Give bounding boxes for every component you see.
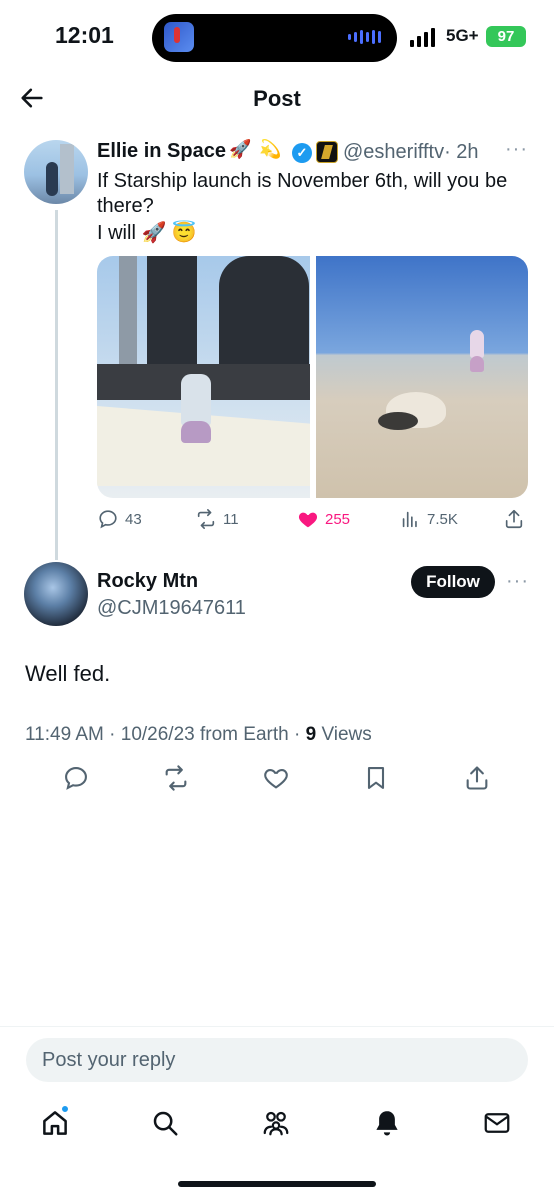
page-title: Post xyxy=(253,86,301,111)
network-type: 5G+ xyxy=(446,26,479,45)
dynamic-island[interactable] xyxy=(152,14,397,62)
reply-button[interactable] xyxy=(62,764,92,794)
halo-smile-emoji: 😇 xyxy=(171,222,197,244)
share-button[interactable] xyxy=(463,764,493,794)
bookmark-button[interactable] xyxy=(362,764,392,794)
reply-button[interactable]: 43 xyxy=(97,508,142,530)
divider xyxy=(0,1026,554,1027)
post-timestamp: 11:49 AM · 10/26/23 from Earth · xyxy=(25,724,301,745)
post-age: · 2h xyxy=(444,141,479,163)
follow-button[interactable]: Follow xyxy=(411,566,495,598)
reply-count: 43 xyxy=(125,510,142,528)
view-count[interactable]: 9 xyxy=(306,724,317,745)
post-text-line2: I will 🚀 😇 xyxy=(97,220,197,245)
post-text-i-will: I will xyxy=(97,222,136,244)
affiliation-badge-icon xyxy=(316,141,338,163)
handle-text: @esherifftv xyxy=(343,141,445,163)
more-options-icon[interactable]: ··· xyxy=(505,138,528,161)
like-count: 255 xyxy=(325,510,351,528)
repost-button[interactable] xyxy=(162,764,192,794)
photo-launch-site[interactable] xyxy=(97,256,310,498)
author-handle[interactable]: @CJM19647611 xyxy=(97,597,246,620)
heart-filled-icon xyxy=(298,512,318,528)
like-button[interactable]: 255 xyxy=(297,508,350,530)
view-count: 7.5K xyxy=(427,510,458,528)
post-action-bar: 43 11 255 7.5K xyxy=(97,508,528,534)
reply-icon xyxy=(99,510,117,529)
bookmark-icon xyxy=(367,767,385,789)
heart-outline-icon xyxy=(264,769,288,789)
share-icon xyxy=(505,509,523,529)
more-options-icon[interactable]: ··· xyxy=(506,570,529,593)
avatar-rocky[interactable] xyxy=(24,562,88,626)
views-label: Views xyxy=(321,724,372,745)
views-chart-icon xyxy=(402,511,417,528)
verified-badge-icon: ✓ xyxy=(292,143,312,163)
photo-desert-rock[interactable] xyxy=(316,256,528,498)
cellular-signal-icon xyxy=(410,28,435,47)
post-text: If Starship launch is November 6th, will… xyxy=(97,170,508,217)
home-indicator xyxy=(178,1181,376,1187)
search-icon xyxy=(153,1111,178,1136)
media-grid[interactable] xyxy=(97,256,528,498)
envelope-icon xyxy=(484,1113,510,1133)
post-text: Well fed. xyxy=(25,661,111,686)
views-button[interactable]: 7.5K xyxy=(399,508,458,530)
thread-connector-line xyxy=(55,210,58,560)
like-button[interactable] xyxy=(262,764,292,794)
main-action-bar xyxy=(0,764,554,794)
status-time: 12:01 xyxy=(55,22,114,48)
repost-icon xyxy=(197,509,215,529)
reply-icon xyxy=(65,767,87,790)
post-metadata: 11:49 AM · 10/26/23 from Earth · 9 Views xyxy=(25,724,372,746)
tab-messages[interactable] xyxy=(482,1108,514,1140)
tab-communities[interactable] xyxy=(261,1108,293,1140)
avatar-ellie[interactable] xyxy=(24,140,88,204)
repost-count: 11 xyxy=(223,510,239,528)
dizzy-emoji: 💫 xyxy=(259,139,282,159)
audio-waveform-icon xyxy=(348,30,381,44)
repost-button[interactable]: 11 xyxy=(195,508,239,530)
home-unread-dot xyxy=(60,1104,70,1114)
bell-icon xyxy=(376,1111,398,1136)
tab-search[interactable] xyxy=(150,1108,182,1140)
communities-icon xyxy=(263,1111,289,1136)
reply-input[interactable] xyxy=(26,1038,528,1082)
author-handle[interactable]: @esherifftv· 2h xyxy=(343,141,479,164)
author-name[interactable]: Rocky Mtn xyxy=(97,570,198,593)
author-name[interactable]: Ellie in Space xyxy=(97,140,226,163)
battery-indicator: 97 xyxy=(486,26,526,47)
share-icon xyxy=(466,766,488,790)
repost-icon xyxy=(165,765,187,791)
rocket-emoji: 🚀 xyxy=(141,222,167,244)
app-activity-icon xyxy=(164,22,194,52)
share-button[interactable] xyxy=(503,508,525,530)
rocket-emoji: 🚀 xyxy=(229,139,252,159)
tab-notifications[interactable] xyxy=(372,1108,404,1140)
